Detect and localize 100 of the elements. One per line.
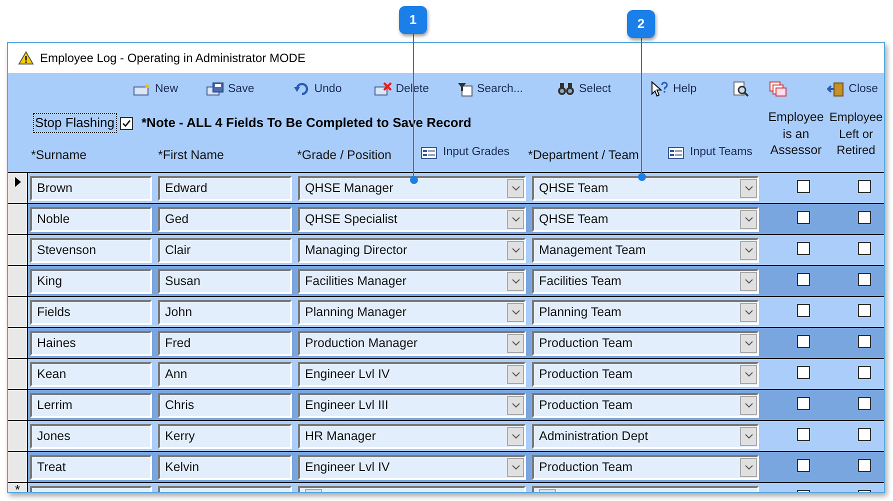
dropdown-button[interactable] [740, 426, 757, 446]
dropdown-button[interactable] [740, 458, 757, 476]
dropdown-button[interactable] [507, 458, 524, 476]
dropdown-button[interactable] [740, 302, 757, 322]
dropdown-field[interactable]: Facilities Manager [298, 268, 526, 294]
surname-field[interactable]: Haines [30, 330, 152, 356]
checkbox[interactable] [797, 428, 810, 441]
surname-field[interactable]: Kean [30, 362, 152, 386]
dropdown-button[interactable] [507, 178, 524, 198]
dropdown-button[interactable] [740, 334, 757, 352]
save-button[interactable]: Save [206, 81, 254, 97]
dropdown-field[interactable]: Engineer Lvl III [298, 392, 526, 418]
dropdown-button[interactable] [740, 210, 757, 228]
dropdown-button[interactable] [740, 272, 757, 290]
row-selector[interactable] [8, 204, 28, 234]
dropdown-field[interactable]: Planning Manager [298, 300, 526, 324]
surname-field[interactable]: King [30, 268, 152, 294]
checkbox[interactable] [797, 304, 810, 317]
surname-field[interactable]: Fields [30, 300, 152, 324]
dropdown-field[interactable]: Production Team [532, 454, 759, 480]
surname-field[interactable]: Treat [30, 454, 152, 480]
checkbox[interactable] [797, 273, 810, 286]
checkbox[interactable] [120, 116, 132, 130]
dropdown-field[interactable]: Engineer Lvl IV [298, 454, 526, 480]
checkbox[interactable] [797, 335, 810, 348]
dropdown-field[interactable]: QHSE Team [532, 206, 759, 232]
dropdown-button[interactable] [507, 302, 524, 322]
help-button[interactable]: Help [650, 81, 697, 97]
row-selector[interactable] [8, 266, 28, 296]
dropdown-button[interactable] [740, 364, 757, 384]
dropdown-button[interactable] [507, 272, 524, 290]
dropdown-field[interactable]: Administration Dept [532, 424, 759, 448]
checkbox[interactable] [858, 180, 871, 193]
first-name-field[interactable]: Ann [158, 362, 292, 386]
row-selector[interactable] [8, 297, 28, 327]
first-name-field[interactable]: Edward [158, 176, 292, 200]
checkbox[interactable] [858, 211, 871, 224]
checkbox[interactable] [797, 459, 810, 472]
dropdown-field[interactable]: Production Team [532, 362, 759, 386]
row-selector[interactable] [8, 421, 28, 451]
report-button[interactable] [768, 81, 787, 97]
dropdown-field[interactable]: Managing Director [298, 238, 526, 262]
row-selector[interactable] [8, 235, 28, 265]
dropdown-button[interactable] [740, 178, 757, 198]
checkbox[interactable] [797, 180, 810, 193]
checkbox[interactable] [797, 397, 810, 410]
surname-field[interactable]: Jones [30, 424, 152, 448]
dropdown-button[interactable] [507, 334, 524, 352]
row-selector[interactable] [8, 173, 28, 203]
first-name-field[interactable]: Chris [158, 392, 292, 418]
dropdown-field[interactable]: QHSE Manager [298, 176, 526, 200]
stop-flashing-button[interactable]: Stop Flashing [33, 113, 116, 133]
input-teams-button[interactable]: Input Teams [668, 144, 752, 162]
surname-field[interactable]: Noble [30, 206, 152, 232]
new-button[interactable]: New [133, 81, 178, 97]
dropdown-field[interactable]: Planning Team [532, 300, 759, 324]
surname-field[interactable]: Stevenson [30, 238, 152, 262]
row-selector[interactable] [8, 452, 28, 482]
checkbox[interactable] [797, 242, 810, 255]
first-name-field[interactable]: John [158, 300, 292, 324]
search-button[interactable]: Search... [456, 81, 524, 97]
dropdown-field[interactable]: Production Manager [298, 330, 526, 356]
checkbox[interactable] [858, 304, 871, 317]
dropdown-field[interactable]: Management Team [532, 238, 759, 262]
checkbox[interactable] [797, 366, 810, 379]
select-button[interactable]: Select [557, 81, 611, 97]
row-selector[interactable] [8, 390, 28, 420]
new-row-selector[interactable]: * [8, 483, 28, 492]
print-preview-button[interactable] [732, 81, 749, 97]
checkbox[interactable] [858, 397, 871, 410]
dropdown-field[interactable]: Engineer Lvl IV [298, 362, 526, 386]
checkbox[interactable] [858, 459, 871, 472]
dropdown-button[interactable] [740, 396, 757, 414]
dropdown-field[interactable]: HR Manager [298, 424, 526, 448]
first-name-field[interactable]: Kerry [158, 424, 292, 448]
dropdown-field[interactable]: QHSE Specialist [298, 206, 526, 232]
input-grades-button[interactable]: Input Grades [421, 144, 510, 162]
first-name-field[interactable]: Clair [158, 238, 292, 262]
checkbox[interactable] [858, 273, 871, 286]
dropdown-field[interactable]: Production Team [532, 330, 759, 356]
row-selector[interactable] [8, 328, 28, 358]
dropdown-field[interactable]: QHSE Team [532, 176, 759, 200]
dropdown-field[interactable]: Facilities Team [532, 268, 759, 294]
surname-field[interactable]: Brown [30, 176, 152, 200]
surname-field[interactable]: Lerrim [30, 392, 152, 418]
checkbox[interactable] [858, 428, 871, 441]
checkbox[interactable] [858, 242, 871, 255]
first-name-field[interactable]: Fred [158, 330, 292, 356]
close-button[interactable]: Close [826, 81, 878, 97]
first-name-field[interactable]: Ged [158, 206, 292, 232]
row-selector[interactable] [8, 359, 28, 389]
checkbox[interactable] [858, 335, 871, 348]
undo-button[interactable]: Undo [294, 81, 342, 97]
dropdown-button[interactable] [507, 364, 524, 384]
dropdown-button[interactable] [507, 210, 524, 228]
dropdown-field[interactable]: Production Team [532, 392, 759, 418]
first-name-field[interactable]: Susan [158, 268, 292, 294]
dropdown-button[interactable] [507, 426, 524, 446]
dropdown-button[interactable] [507, 240, 524, 260]
checkbox[interactable] [858, 366, 871, 379]
